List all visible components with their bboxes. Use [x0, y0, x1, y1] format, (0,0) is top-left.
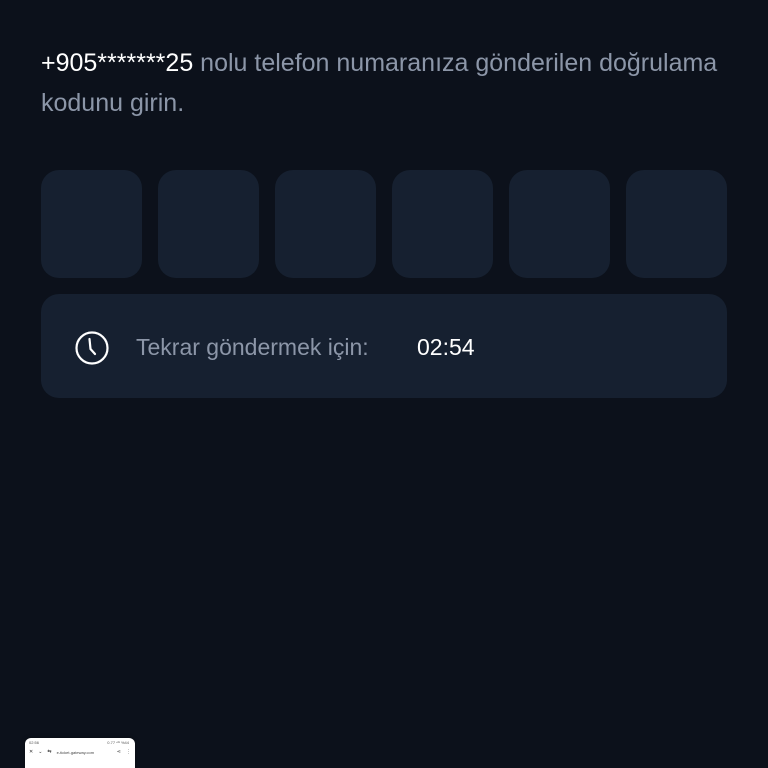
otp-digit-5[interactable]	[509, 170, 610, 278]
resend-timer: 02:54	[417, 334, 475, 360]
thumbnail-url: e-ticket-gateway.com	[56, 749, 95, 755]
clock-icon	[75, 331, 109, 365]
otp-digit-3[interactable]	[275, 170, 376, 278]
more-options-icon: ⋮	[126, 749, 131, 755]
otp-digit-4[interactable]	[392, 170, 493, 278]
close-icon: ✕	[29, 749, 34, 755]
chevron-down-icon: ⌄	[38, 749, 43, 755]
browser-preview-thumbnail[interactable]: 02:56 0.77 ⁴ᴳ %44 ✕ ⌄ ⇆ e-ticket-gateway…	[25, 738, 135, 768]
otp-digit-1[interactable]	[41, 170, 142, 278]
verification-screen: +905*******25 nolu telefon numaranıza gö…	[0, 0, 768, 768]
site-settings-icon: ⇆	[47, 749, 52, 755]
resend-label: Tekrar göndermek için:	[136, 334, 369, 360]
share-icon: ⋖	[116, 749, 121, 755]
masked-phone-number: +905*******25	[41, 49, 194, 77]
thumbnail-status-indicators: 0.77 ⁴ᴳ %44	[107, 740, 129, 745]
otp-input-group	[41, 170, 727, 278]
otp-digit-2[interactable]	[158, 170, 259, 278]
instruction-text: +905*******25 nolu telefon numaranıza gö…	[41, 43, 741, 123]
thumbnail-status-time: 02:56	[29, 740, 40, 745]
otp-digit-6[interactable]	[626, 170, 727, 278]
thumbnail-browser-bar: ✕ ⌄ ⇆ e-ticket-gateway.com ⋖ ⋮	[29, 748, 131, 756]
